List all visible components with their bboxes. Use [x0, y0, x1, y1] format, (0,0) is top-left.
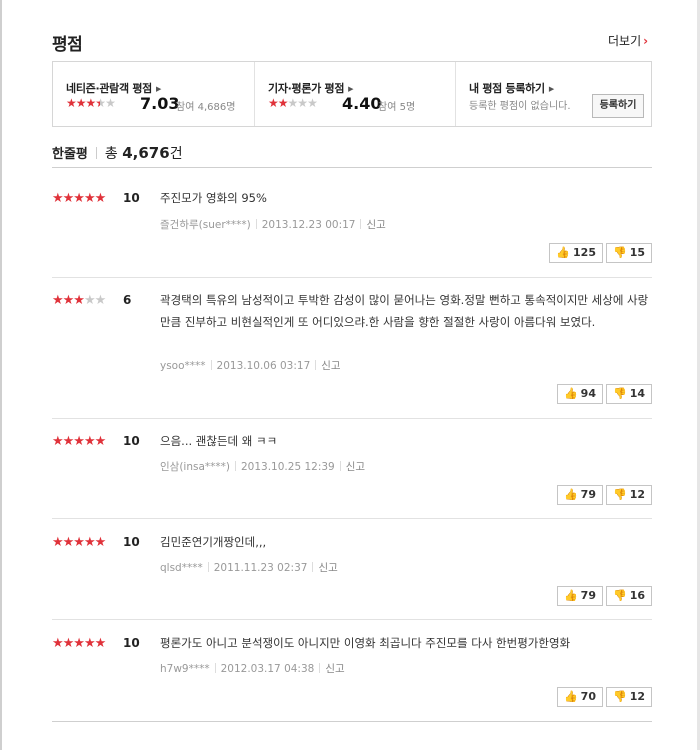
- register-rating-button[interactable]: 등록하기: [592, 94, 644, 118]
- review-count-row: 한줄평 총 4,676건: [52, 143, 183, 163]
- review-divider: [52, 277, 652, 278]
- page-border-left: [0, 0, 2, 750]
- divider: [95, 147, 97, 159]
- critic-rating-cell: 기자·평론가 평점 ▶ ★★★★★ 4.40 참여 5명: [254, 62, 455, 126]
- more-label[interactable]: 더보기: [608, 34, 641, 48]
- review-text: 평론가도 아니고 분석쟁이도 아니지만 이영화 최곱니다 주진모를 다사 한번평…: [160, 636, 571, 650]
- review-date: 2011.11.23 02:37: [213, 562, 308, 574]
- review-section-label: 한줄평: [52, 147, 88, 162]
- review-star-rating: ★★★★★: [52, 191, 106, 206]
- netizen-score: 7.03: [140, 94, 180, 113]
- review-star-rating: ★★★★★: [52, 535, 106, 550]
- thumbs-down-icon: 👎: [612, 488, 627, 501]
- review-meta: qlsd**** 2011.11.23 02:37 신고: [160, 560, 338, 575]
- review-date: 2013.10.25 12:39: [241, 461, 335, 473]
- review-star-rating: ★★★★★: [52, 434, 106, 449]
- vote-buttons: 👍 79 👎 12: [554, 485, 652, 505]
- review-divider: [52, 619, 652, 620]
- section-title: 평점: [52, 35, 83, 55]
- critic-star-rating: ★★★★★: [268, 96, 318, 110]
- triangle-right-icon: ▶: [548, 85, 554, 93]
- review-date: 2013.12.23 00:17: [261, 219, 356, 231]
- review-author[interactable]: 인삼(insa****): [160, 461, 230, 473]
- rating-summary-box: 네티즌·관람객 평점 ▶ ★★★★★ 7.03 참여 4,686명 기자·평론가 …: [52, 61, 652, 127]
- total-prefix: 총: [104, 146, 118, 162]
- review-meta: 인삼(insa****) 2013.10.25 12:39 신고: [160, 459, 365, 474]
- thumbs-up-icon: 👍: [556, 246, 571, 259]
- vote-buttons: 👍 94 👎 14: [554, 384, 652, 404]
- total-suffix: 건: [169, 146, 183, 162]
- review-author[interactable]: qlsd****: [160, 562, 203, 574]
- review-author[interactable]: ysoo****: [160, 360, 206, 372]
- review-author[interactable]: 즐건하루(suer****): [160, 219, 251, 231]
- review-text: 으음... 괜찮든데 왜 ㅋㅋ: [160, 434, 278, 448]
- review-score: 10: [123, 636, 140, 650]
- netizen-participants: 참여 4,686명: [176, 102, 236, 113]
- report-link[interactable]: 신고: [346, 461, 365, 473]
- report-link[interactable]: 신고: [321, 360, 340, 372]
- report-link[interactable]: 신고: [325, 663, 344, 675]
- like-button[interactable]: 👍 79: [556, 485, 603, 505]
- more-link[interactable]: 더보기 ›: [608, 32, 648, 49]
- my-rating-description: 등록한 평점이 없습니다.: [469, 101, 571, 112]
- chevron-right-icon[interactable]: ›: [643, 34, 648, 48]
- review-score: 6: [123, 293, 132, 307]
- dislike-button[interactable]: 👎 16: [605, 586, 652, 606]
- vote-buttons: 👍 70 👎 12: [554, 687, 652, 707]
- critic-rating-label[interactable]: 기자·평론가 평점 ▶: [268, 80, 354, 96]
- netizen-rating-cell: 네티즌·관람객 평점 ▶ ★★★★★ 7.03 참여 4,686명: [53, 62, 253, 126]
- review-author[interactable]: h7w9****: [160, 663, 210, 675]
- netizen-star-rating: ★★★★★: [66, 96, 116, 110]
- triangle-right-icon: ▶: [348, 85, 354, 93]
- critic-score: 4.40: [342, 94, 382, 113]
- review-star-rating: ★★★★★: [52, 636, 106, 651]
- review-score: 10: [123, 535, 140, 549]
- review-divider: [52, 518, 652, 519]
- thumbs-down-icon: 👎: [612, 690, 627, 703]
- dislike-button[interactable]: 👎 12: [605, 687, 652, 707]
- review-meta: 즐건하루(suer****) 2013.12.23 00:17 신고: [160, 217, 386, 232]
- review-meta: h7w9**** 2012.03.17 04:38 신고: [160, 661, 345, 676]
- report-link[interactable]: 신고: [366, 219, 385, 231]
- dislike-button[interactable]: 👎 12: [605, 485, 652, 505]
- review-meta: ysoo**** 2013.10.06 03:17 신고: [160, 358, 341, 373]
- review-date: 2012.03.17 04:38: [220, 663, 315, 675]
- dislike-button[interactable]: 👎 15: [605, 243, 652, 263]
- report-link[interactable]: 신고: [318, 562, 337, 574]
- like-button[interactable]: 👍 125: [549, 243, 603, 263]
- vote-buttons: 👍 79 👎 16: [554, 586, 652, 606]
- section-divider: [52, 167, 652, 168]
- vote-buttons: 👍 125 👎 15: [546, 243, 652, 263]
- thumbs-up-icon: 👍: [563, 387, 578, 400]
- thumbs-up-icon: 👍: [563, 589, 578, 602]
- my-rating-cell: 내 평점 등록하기 ▶ 등록한 평점이 없습니다. 등록하기: [455, 62, 652, 126]
- review-star-rating: ★★★★★: [52, 293, 106, 308]
- thumbs-down-icon: 👎: [612, 589, 627, 602]
- critic-participants: 참여 5명: [378, 102, 416, 113]
- triangle-right-icon: ▶: [155, 85, 162, 93]
- my-rating-label[interactable]: 내 평점 등록하기 ▶: [469, 80, 554, 96]
- review-divider: [52, 418, 652, 419]
- review-text: 주진모가 영화의 95%: [160, 191, 267, 205]
- thumbs-up-icon: 👍: [563, 690, 578, 703]
- section-bottom-divider: [52, 721, 652, 722]
- dislike-button[interactable]: 👎 14: [605, 384, 652, 404]
- review-date: 2013.10.06 03:17: [216, 360, 311, 372]
- like-button[interactable]: 👍 79: [556, 586, 603, 606]
- review-text: 곽경택의 특유의 남성적이고 투박한 감성이 많이 묻어나는 영화.정말 뻔하고…: [160, 293, 649, 329]
- thumbs-up-icon: 👍: [563, 488, 578, 501]
- like-button[interactable]: 👍 94: [556, 384, 603, 404]
- thumbs-down-icon: 👎: [612, 246, 627, 259]
- thumbs-down-icon: 👎: [612, 387, 627, 400]
- review-text: 김민준연기개짱인데,,,: [160, 535, 267, 549]
- review-score: 10: [123, 434, 140, 448]
- total-count: 4,676: [122, 144, 170, 162]
- like-button[interactable]: 👍 70: [556, 687, 603, 707]
- review-score: 10: [123, 191, 140, 205]
